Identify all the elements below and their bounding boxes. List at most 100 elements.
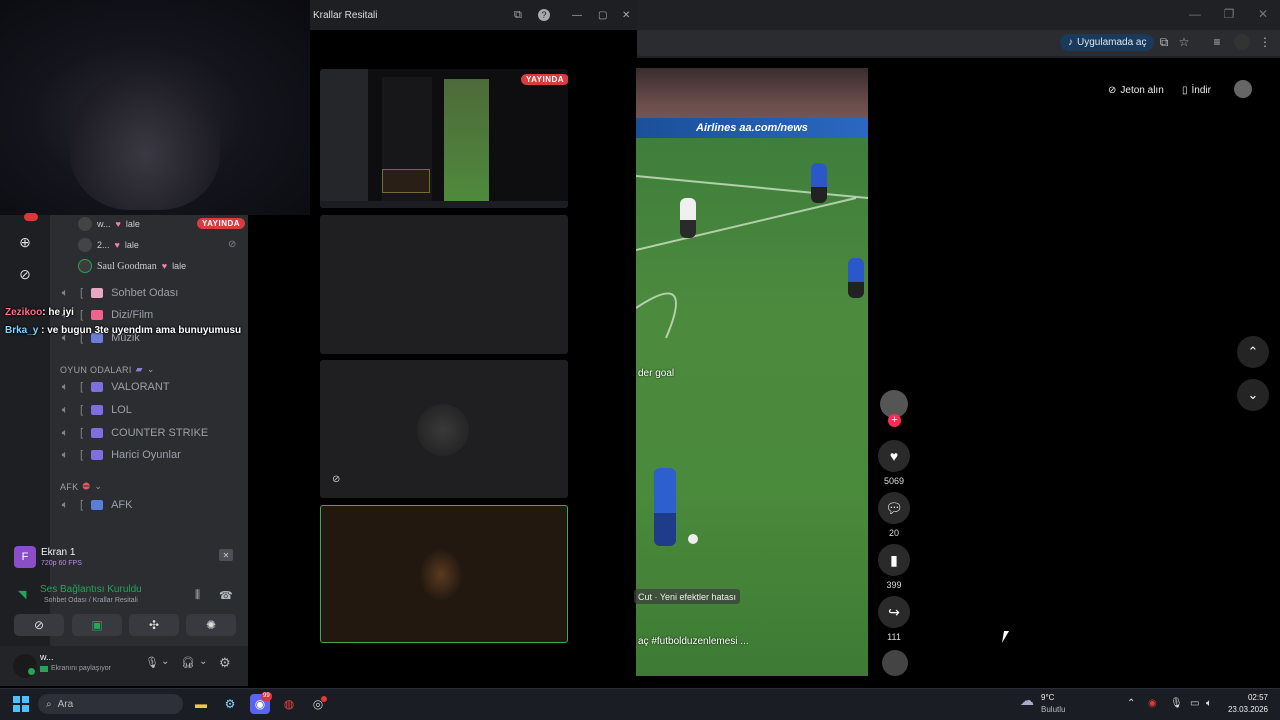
screen-share-button[interactable]: ▣: [72, 614, 122, 636]
online-status-icon: [28, 668, 35, 675]
chrome-app-icon[interactable]: ◍: [279, 694, 299, 714]
screen-share-tile[interactable]: YAYINDA: [320, 69, 568, 208]
maximize-icon[interactable]: ❐: [1212, 0, 1246, 28]
minimize-icon[interactable]: —: [572, 10, 582, 21]
get-coins-button[interactable]: ⊘ Jeton alın: [1108, 80, 1164, 100]
voice-channel[interactable]: 🔈︎ [ AFK: [58, 495, 133, 515]
profile-avatar[interactable]: [1234, 34, 1250, 50]
muted-mic-icon: ⊘: [332, 474, 341, 485]
search-icon: ⌕: [46, 698, 52, 710]
maximize-icon[interactable]: ▢: [598, 10, 607, 21]
webcam-feed: [0, 0, 310, 215]
share-count: 111: [887, 632, 901, 642]
tray-app-icon[interactable]: ◉: [1148, 698, 1157, 709]
network-icon[interactable]: ▭: [1190, 698, 1199, 709]
voice-user[interactable]: Saul Goodman ♥ lale: [78, 257, 186, 275]
heart-icon: ♥: [161, 261, 168, 271]
category-games[interactable]: OYUN ODALARI ▰ ⌄: [60, 364, 155, 375]
stream-avatar: F: [14, 546, 36, 568]
previous-video-button[interactable]: ⌃: [1237, 336, 1269, 368]
gear-icon[interactable]: ⚙︎: [219, 655, 231, 671]
translate-icon[interactable]: ⧉: [1156, 34, 1172, 50]
ad-board: Airlines aa.com/news: [636, 118, 868, 138]
heart-icon: ♥: [115, 219, 121, 229]
user-panel: [0, 646, 248, 686]
activities-button[interactable]: ✣: [129, 614, 179, 636]
capcut-label[interactable]: Cut · Yeni efektler hatası: [634, 589, 741, 604]
voice-channel[interactable]: 🔈︎ [ LOL: [58, 400, 132, 420]
voice-channel[interactable]: 🔈︎ [ COUNTER STRIKE: [58, 423, 209, 443]
share-button[interactable]: ↪: [878, 596, 910, 628]
participant-tile[interactable]: [320, 215, 568, 354]
mic-icon[interactable]: 🎙︎: [1170, 698, 1183, 709]
clock-date[interactable]: 23.03.2026: [1224, 705, 1268, 714]
chevron-up-icon: ⌃: [1247, 344, 1259, 359]
follow-plus-icon[interactable]: +: [888, 414, 901, 427]
chat-message: Zezikoo: he iyi: [5, 307, 74, 318]
comment-button[interactable]: 💬︎: [878, 492, 910, 524]
download-button[interactable]: ▯ İndir: [1182, 80, 1211, 100]
chevron-down-icon[interactable]: ⌄: [161, 656, 169, 667]
discover-icon[interactable]: ⊘: [13, 262, 37, 286]
like-button[interactable]: ♥: [878, 440, 910, 472]
coin-icon: ⊘: [1108, 84, 1117, 96]
voice-location: Sohbet Odası / Krallar Resitali: [44, 597, 138, 604]
voice-user[interactable]: w... ♥ lale: [78, 215, 140, 233]
gamepad-icon: ▰: [135, 364, 143, 374]
tiktok-profile-avatar[interactable]: [1234, 80, 1252, 98]
heart-icon: ♥: [114, 240, 120, 250]
soundboard-icon: ✺: [205, 618, 217, 632]
minimize-icon[interactable]: —: [1178, 0, 1212, 28]
open-in-app-button[interactable]: ♪ Uygulamada aç: [1060, 34, 1155, 51]
sound-disc-icon[interactable]: [882, 650, 908, 676]
speaker-icon: 🔈︎: [61, 448, 69, 461]
settings-app-icon[interactable]: ⚙︎: [220, 694, 240, 714]
headphones-icon[interactable]: 🎧︎: [181, 656, 195, 669]
start-menu-icon[interactable]: [13, 696, 29, 712]
more-menu-icon[interactable]: ⋮: [1257, 34, 1273, 50]
video-hashtags[interactable]: aç #futbolduzenlemesi ...: [638, 636, 749, 647]
disconnect-icon[interactable]: ☎︎: [219, 589, 233, 602]
category-afk[interactable]: AFK ⛔︎ ⌄: [60, 481, 102, 492]
voice-channel[interactable]: 🔈︎ [ Sohbet Odası: [58, 283, 179, 303]
bookmark-star-icon[interactable]: ☆: [1176, 34, 1192, 50]
volume-icon[interactable]: 🔈︎: [1206, 698, 1212, 709]
weather-icon: ☁︎: [1020, 692, 1034, 708]
close-icon[interactable]: ✕: [1246, 0, 1280, 28]
heart-icon: ♥: [889, 448, 899, 464]
file-explorer-icon[interactable]: ▬: [191, 694, 211, 714]
discord-badge: 99: [261, 692, 272, 701]
soundboard-button[interactable]: ✺: [186, 614, 236, 636]
tray-expand-icon[interactable]: ⌃: [1127, 698, 1135, 709]
voice-status: Ses Bağlantısı Kuruldu: [40, 584, 142, 595]
noise-suppression-icon[interactable]: ⫼: [195, 589, 200, 602]
clock-time[interactable]: 02:57: [1236, 693, 1268, 702]
reading-list-icon[interactable]: ≡: [1209, 34, 1225, 50]
speaking-participant-tile[interactable]: [320, 505, 568, 643]
voice-channel[interactable]: 🔈︎ [ Harici Oyunlar: [58, 445, 181, 465]
taskbar-search[interactable]: ⌕ Ara: [38, 694, 183, 714]
stop-stream-icon[interactable]: ✕: [219, 549, 233, 561]
weather-temp: 9°C: [1041, 693, 1055, 702]
speaker-icon: 🔈︎: [61, 426, 69, 439]
comment-count: 20: [888, 528, 899, 538]
afk-icon: ⛔︎: [82, 481, 91, 491]
mic-icon[interactable]: 🎙︎: [145, 656, 159, 669]
video-caption: der goal: [638, 368, 675, 379]
ball: [688, 534, 698, 544]
chevron-down-icon[interactable]: ⌄: [199, 656, 207, 667]
voice-user[interactable]: 2... ♥ lale: [78, 236, 139, 254]
close-icon[interactable]: ✕: [622, 10, 630, 21]
next-video-button[interactable]: ⌄: [1237, 379, 1269, 411]
popout-icon[interactable]: ⧉: [514, 9, 522, 22]
player: [848, 258, 864, 298]
help-icon[interactable]: ?: [538, 9, 550, 21]
save-count: 399: [886, 580, 902, 590]
save-button[interactable]: ▮: [878, 544, 910, 576]
voice-channel[interactable]: 🔈︎ [ VALORANT: [58, 377, 170, 397]
add-server-icon[interactable]: ⊕: [13, 230, 37, 254]
avatar: [419, 548, 463, 602]
tiktok-icon: ♪: [1068, 37, 1073, 48]
participant-tile[interactable]: ⊘: [320, 360, 568, 498]
camera-off-button[interactable]: ⊘: [14, 614, 64, 636]
